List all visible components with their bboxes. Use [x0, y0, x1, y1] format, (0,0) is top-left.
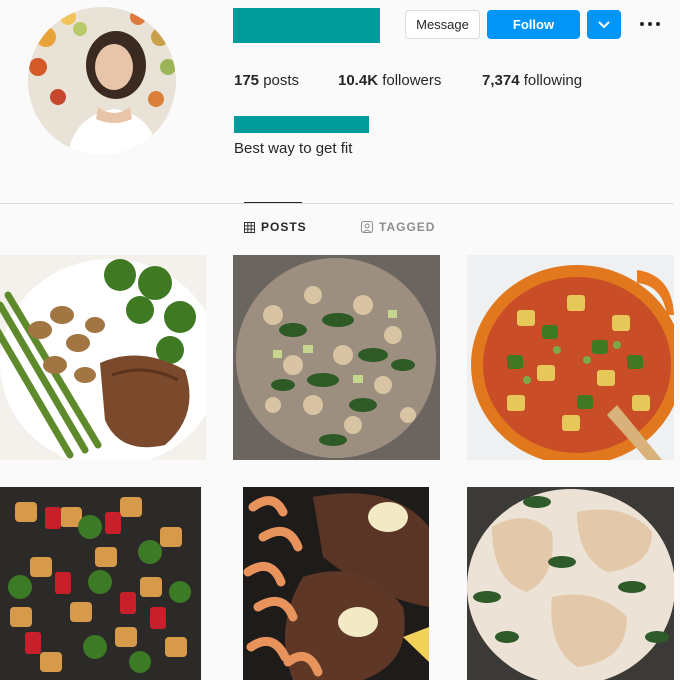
avatar-image — [28, 7, 176, 155]
follow-button[interactable]: Follow — [487, 10, 580, 39]
posts-stat[interactable]: 175 posts — [234, 72, 299, 89]
tag-icon — [361, 221, 373, 233]
grid-post-2[interactable] — [233, 255, 440, 460]
message-button[interactable]: Message — [405, 10, 480, 39]
post-image-chicken-spinach-skillet — [233, 255, 440, 460]
chevron-down-icon — [598, 20, 610, 28]
posts-count: 175 — [234, 72, 260, 89]
suggested-dropdown-button[interactable] — [587, 10, 621, 39]
more-options-icon[interactable] — [636, 14, 664, 34]
followers-count: 10.4K — [338, 72, 379, 89]
grid-post-5[interactable] — [243, 487, 429, 680]
active-tab-indicator — [244, 202, 302, 203]
post-image-tuscan-chicken — [467, 487, 674, 680]
fullname-redacted — [234, 116, 369, 133]
tabs-divider — [0, 203, 674, 204]
post-image-chicken-peppers — [0, 487, 201, 680]
following-count: 7,374 — [482, 72, 520, 89]
post-image-steak-shrimp — [243, 487, 429, 680]
tab-posts[interactable]: POSTS — [244, 220, 307, 234]
posts-label: posts — [263, 72, 300, 89]
tab-tagged[interactable]: TAGGED — [361, 220, 435, 234]
profile-bio: Best way to get fit — [234, 140, 353, 157]
grid-post-1[interactable] — [0, 255, 206, 460]
post-image-steak-asparagus — [0, 255, 206, 460]
post-image-chicken-stew — [467, 255, 674, 460]
following-stat[interactable]: 7,374 following — [482, 72, 582, 89]
profile-avatar[interactable] — [28, 7, 176, 155]
grid-icon — [244, 221, 255, 233]
grid-post-4[interactable] — [0, 487, 201, 680]
following-label: following — [523, 72, 583, 89]
followers-stat[interactable]: 10.4K followers — [338, 72, 441, 89]
username-redacted — [233, 8, 380, 43]
tab-tagged-label: TAGGED — [379, 220, 436, 234]
followers-label: followers — [382, 72, 442, 89]
grid-post-6[interactable] — [467, 487, 674, 680]
grid-post-3[interactable] — [467, 255, 674, 460]
tab-posts-label: POSTS — [261, 220, 307, 234]
